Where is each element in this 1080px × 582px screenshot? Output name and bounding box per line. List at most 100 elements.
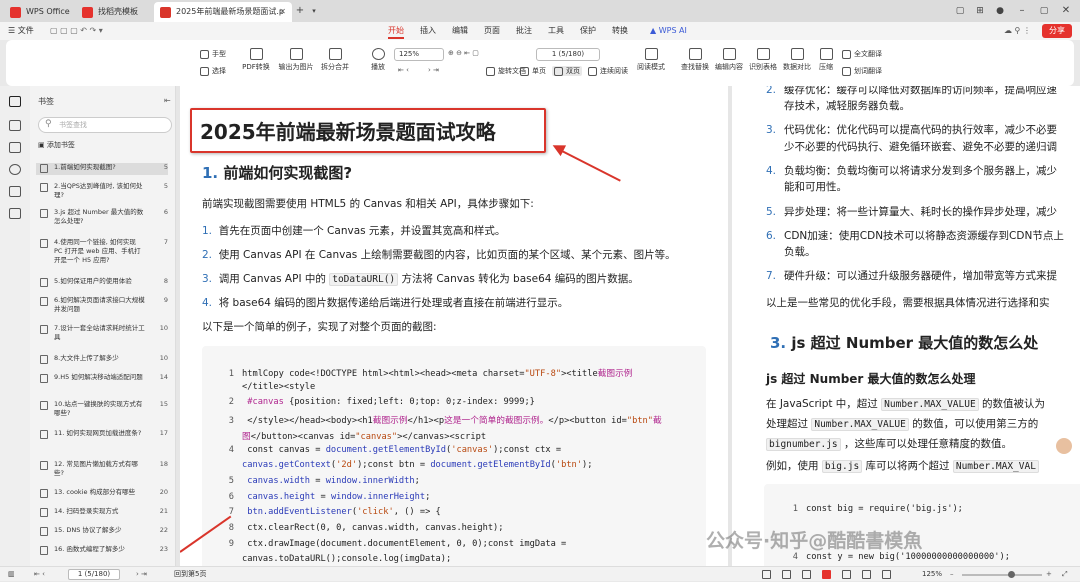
menu-start[interactable]: 开始 [388,22,404,40]
minimize-button[interactable]: – [1014,3,1030,19]
page-nav-icons[interactable]: › ⇥ [428,66,439,74]
bookmark-item[interactable]: 12. 常见图片懒加载方式有哪些? 18 [36,460,168,482]
maximize-button[interactable]: ▢ [1036,3,1052,19]
tab-wps-office[interactable]: WPS Office [4,2,70,22]
bookmark-panel-icon[interactable] [9,96,21,107]
hand-tool-button[interactable]: 手型 [200,49,226,59]
stamp-icon[interactable] [9,186,21,197]
layers-icon[interactable] [9,208,21,219]
fit-icon[interactable]: ⤢ [1062,567,1068,582]
menu-comment[interactable]: 批注 [516,22,532,40]
zoom-plus-icon[interactable]: + [1046,567,1052,582]
play-button[interactable]: 播放 [368,48,388,72]
collapse-panel-icon[interactable]: ⇤ [164,96,171,105]
zoom-slider-handle[interactable] [1008,571,1015,578]
compare-button[interactable]: 数据对比 [780,48,814,72]
find-replace-button[interactable]: 查找替换 [678,48,712,72]
zoom-minus-icon[interactable]: – [950,567,954,582]
tab-document[interactable]: 2025年前端最新场景题面试.p ✕ [154,2,292,22]
page-number-input[interactable]: 1 (5/180) [536,48,600,61]
quick-access-icons[interactable]: ▢ ▢ ▢ ↶ ↷ ▾ [50,22,103,40]
code-token: , () => { [393,507,441,518]
avatar[interactable] [1056,438,1072,454]
rotate-icon [486,66,495,76]
bookmark-item[interactable]: 9.H5 如何解决移动端适配问题 14 [36,373,168,395]
share-button[interactable]: 分享 [1042,24,1072,38]
view-icon[interactable] [762,570,771,579]
zoom-icons[interactable]: ⊕ ⊖ ⇤ ▢ [448,49,479,57]
bookmark-item[interactable]: 2.当QPS达到峰值时, 该如何处理? 5 [36,182,168,204]
bookmark-search-input[interactable]: 书签查找 [38,117,172,133]
bookmark-item[interactable]: 15. DNS 协议了解多少 22 [36,526,168,538]
grid-icon[interactable]: ⊞ [972,3,988,19]
menu-tools[interactable]: 工具 [548,22,564,40]
back-to-page-link[interactable]: 回到第5页 [174,567,206,582]
menu-page[interactable]: 页面 [484,22,500,40]
bookmark-item[interactable]: 3.js 超过 Number 最大值的数怎么处理? 6 [36,208,168,230]
compress-button[interactable]: 压缩 [814,48,838,72]
zoom-select[interactable]: 125% [394,48,444,61]
continuous-read-button[interactable]: 连续阅读 [588,66,628,76]
close-tab-icon[interactable]: ✕ [279,2,286,22]
bookmark-item[interactable]: 10.站点一键换肤的实现方式有哪些? 15 [36,400,168,422]
view-icon[interactable] [802,570,811,579]
code-token: ; [425,491,431,502]
code-token: htmlCopy code<!DOCTYPE html><html><head>… [242,369,525,379]
read-mode-button[interactable]: 阅读模式 [634,48,668,72]
bookmark-item[interactable]: 11. 如何实现网页加载进度条? 17 [36,429,168,441]
menu-protect[interactable]: 保护 [580,22,596,40]
export-image-button[interactable]: 输出为图片 [276,48,316,72]
status-zoom[interactable]: 125% [922,567,942,582]
code-token: </p><button id= [548,416,627,427]
thumbnail-icon[interactable] [9,120,21,131]
menu-insert[interactable]: 插入 [420,22,436,40]
status-page-input[interactable]: 1 (5/180) [68,569,120,580]
add-bookmark-button[interactable]: ▣ 添加书签 [38,140,75,150]
menu-wps-ai[interactable]: ▲ WPS AI [650,22,687,40]
select-tool-button[interactable]: 选择 [200,66,226,76]
list-number: 3. [766,124,777,136]
view-icon[interactable] [882,570,891,579]
chevron-down-icon[interactable]: ▾ [306,3,322,19]
bookmark-item[interactable]: 6.如何解决页面请求接口大规模并发问题 9 [36,296,168,318]
code-token: );const ctx = [493,444,562,455]
word-translate-button[interactable]: 划词翻译 [842,66,882,76]
list-item: 2. 缓存优化：缓存可以降低对数据库的访问频率，提高响应速 [766,86,1057,97]
pdf-convert-button[interactable]: PDF转换 [240,48,272,72]
edit-content-button[interactable]: 编辑内容 [712,48,746,72]
ocr-table-button[interactable]: 识别表格 [746,48,780,72]
nav-icons[interactable]: ⇤ ‹ [398,66,409,74]
bookmark-item[interactable]: 5.如何保证用户的使用体验 8 [36,277,168,289]
full-translate-button[interactable]: 全文翻译 [842,49,882,59]
avatar[interactable]: ● [992,3,1008,19]
first-prev-icons[interactable]: ⇤ ‹ [34,567,45,582]
tab-template[interactable]: 找稻壳模板 [76,2,152,22]
bookmark-page-icon [40,355,48,364]
panel-toggle-icon[interactable]: ▥ [8,567,15,582]
single-page-button[interactable]: 单页 [520,66,546,76]
bookmark-title: 11. 如何实现网页加载进度条? [54,429,142,437]
split-merge-button[interactable]: 拆分合并 [318,48,352,72]
next-last-icons[interactable]: › ⇥ [136,567,147,582]
bookmark-item[interactable]: 13. cookie 构成部分有哪些 20 [36,488,168,500]
window-layout-icon[interactable]: ▢ [952,3,968,19]
attachment-icon[interactable] [9,164,21,175]
bookmark-item[interactable]: 1.前端如何实现截图? 5 [36,163,168,175]
menu-file[interactable]: ☰ 文件 [8,22,34,40]
close-window-button[interactable]: ✕ [1058,3,1074,19]
toolbar-extra-icons[interactable]: ☁ ⚲ ⋮ [1004,22,1031,40]
bookmark-item[interactable]: 7.设计一套全站请求耗时统计工具 10 [36,324,168,346]
bookmark-item[interactable]: 4.使用同一个链接, 如何实现 PC 打开是 web 应用、手机打开是一个 H5… [36,238,168,272]
view-icon[interactable] [822,570,831,579]
zoom-slider[interactable] [962,574,1042,576]
view-icon[interactable] [842,570,851,579]
menu-edit[interactable]: 编辑 [452,22,468,40]
comment-icon[interactable] [9,142,21,153]
bookmark-item[interactable]: 14. 扫码登录实现方式 21 [36,507,168,519]
view-icon[interactable] [782,570,791,579]
view-icon[interactable] [862,570,871,579]
bookmark-item[interactable]: 16. 函数式编程了解多少 23 [36,545,168,557]
menu-convert[interactable]: 转换 [612,22,628,40]
double-page-button[interactable]: 双页 [552,66,582,76]
bookmark-item[interactable]: 8.大文件上传了解多少 10 [36,354,168,366]
